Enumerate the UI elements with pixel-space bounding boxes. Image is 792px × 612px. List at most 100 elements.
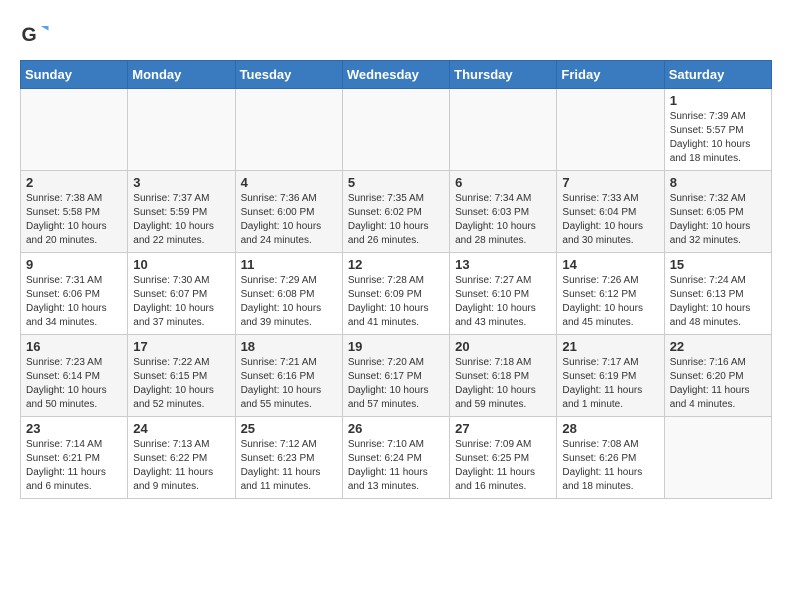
calendar-cell [235, 89, 342, 171]
day-number: 27 [455, 421, 551, 436]
calendar-cell [450, 89, 557, 171]
calendar-cell: 3Sunrise: 7:37 AM Sunset: 5:59 PM Daylig… [128, 171, 235, 253]
day-info: Sunrise: 7:26 AM Sunset: 6:12 PM Dayligh… [562, 274, 658, 330]
day-number: 8 [670, 175, 766, 190]
day-info: Sunrise: 7:09 AM Sunset: 6:25 PM Dayligh… [455, 438, 551, 494]
day-info: Sunrise: 7:28 AM Sunset: 6:09 PM Dayligh… [348, 274, 444, 330]
day-number: 7 [562, 175, 658, 190]
calendar-body: 1 Sunrise: 7:39 AM Sunset: 5:57 PM Daylig… [21, 89, 772, 499]
day-number: 16 [26, 339, 122, 354]
logo-icon: G [20, 20, 50, 50]
weekday-header: Thursday [450, 61, 557, 89]
day-number: 19 [348, 339, 444, 354]
calendar-cell: 7 Sunrise: 7:33 AM Sunset: 6:04 PM Daylig… [557, 171, 664, 253]
day-number: 3 [133, 175, 229, 190]
day-number: 15 [670, 257, 766, 272]
calendar-cell: 2 Sunrise: 7:38 AM Sunset: 5:58 PM Daylig… [21, 171, 128, 253]
day-info: Sunrise: 7:20 AM Sunset: 6:17 PM Dayligh… [348, 356, 444, 412]
day-number: 14 [562, 257, 658, 272]
day-number: 12 [348, 257, 444, 272]
day-info: Sunrise: 7:13 AM Sunset: 6:22 PM Dayligh… [133, 438, 229, 494]
day-info: Sunrise: 7:12 AM Sunset: 6:23 PM Dayligh… [241, 438, 337, 494]
calendar-cell: 22 Sunrise: 7:16 AM Sunset: 6:20 PM Dayli… [664, 335, 771, 417]
day-info: Sunrise: 7:16 AM Sunset: 6:20 PM Dayligh… [670, 356, 766, 412]
calendar-cell: 11 Sunrise: 7:29 AM Sunset: 6:08 PM Dayli… [235, 253, 342, 335]
calendar-cell: 24 Sunrise: 7:13 AM Sunset: 6:22 PM Dayli… [128, 417, 235, 499]
day-number: 6 [455, 175, 551, 190]
day-info: Sunrise: 7:39 AM Sunset: 5:57 PM Dayligh… [670, 110, 766, 166]
weekday-header: Wednesday [342, 61, 449, 89]
calendar-cell: 17 Sunrise: 7:22 AM Sunset: 6:15 PM Dayli… [128, 335, 235, 417]
calendar-cell: 25 Sunrise: 7:12 AM Sunset: 6:23 PM Dayli… [235, 417, 342, 499]
day-number: 1 [670, 93, 766, 108]
day-info: Sunrise: 7:36 AM Sunset: 6:00 PM Dayligh… [241, 192, 337, 248]
calendar-cell [342, 89, 449, 171]
day-number: 13 [455, 257, 551, 272]
calendar-cell: 16 Sunrise: 7:23 AM Sunset: 6:14 PM Dayli… [21, 335, 128, 417]
calendar-cell: 12 Sunrise: 7:28 AM Sunset: 6:09 PM Dayli… [342, 253, 449, 335]
calendar-week-row: 16 Sunrise: 7:23 AM Sunset: 6:14 PM Dayli… [21, 335, 772, 417]
calendar-cell: 20 Sunrise: 7:18 AM Sunset: 6:18 PM Dayli… [450, 335, 557, 417]
calendar: SundayMondayTuesdayWednesdayThursdayFrid… [20, 60, 772, 499]
day-number: 25 [241, 421, 337, 436]
day-info: Sunrise: 7:08 AM Sunset: 6:26 PM Dayligh… [562, 438, 658, 494]
page-header: G [20, 20, 772, 50]
day-info: Sunrise: 7:34 AM Sunset: 6:03 PM Dayligh… [455, 192, 551, 248]
calendar-cell: 1 Sunrise: 7:39 AM Sunset: 5:57 PM Daylig… [664, 89, 771, 171]
calendar-cell: 8 Sunrise: 7:32 AM Sunset: 6:05 PM Daylig… [664, 171, 771, 253]
day-number: 2 [26, 175, 122, 190]
calendar-cell [664, 417, 771, 499]
day-info: Sunrise: 7:10 AM Sunset: 6:24 PM Dayligh… [348, 438, 444, 494]
calendar-week-row: 2 Sunrise: 7:38 AM Sunset: 5:58 PM Daylig… [21, 171, 772, 253]
calendar-cell: 19 Sunrise: 7:20 AM Sunset: 6:17 PM Dayli… [342, 335, 449, 417]
day-number: 28 [562, 421, 658, 436]
calendar-cell: 10 Sunrise: 7:30 AM Sunset: 6:07 PM Dayli… [128, 253, 235, 335]
day-number: 26 [348, 421, 444, 436]
weekday-header-row: SundayMondayTuesdayWednesdayThursdayFrid… [21, 61, 772, 89]
calendar-cell: 18Sunrise: 7:21 AM Sunset: 6:16 PM Dayli… [235, 335, 342, 417]
weekday-header: Monday [128, 61, 235, 89]
day-info: Sunrise: 7:32 AM Sunset: 6:05 PM Dayligh… [670, 192, 766, 248]
day-info: Sunrise: 7:17 AM Sunset: 6:19 PM Dayligh… [562, 356, 658, 412]
day-number: 11 [241, 257, 337, 272]
calendar-cell: 4 Sunrise: 7:36 AM Sunset: 6:00 PM Daylig… [235, 171, 342, 253]
calendar-cell: 6 Sunrise: 7:34 AM Sunset: 6:03 PM Daylig… [450, 171, 557, 253]
day-info: Sunrise: 7:35 AM Sunset: 6:02 PM Dayligh… [348, 192, 444, 248]
calendar-cell: 27 Sunrise: 7:09 AM Sunset: 6:25 PM Dayli… [450, 417, 557, 499]
weekday-header: Tuesday [235, 61, 342, 89]
calendar-cell: 26 Sunrise: 7:10 AM Sunset: 6:24 PM Dayli… [342, 417, 449, 499]
calendar-week-row: 9 Sunrise: 7:31 AM Sunset: 6:06 PM Daylig… [21, 253, 772, 335]
day-number: 21 [562, 339, 658, 354]
day-number: 4 [241, 175, 337, 190]
calendar-cell: 5 Sunrise: 7:35 AM Sunset: 6:02 PM Daylig… [342, 171, 449, 253]
calendar-cell [21, 89, 128, 171]
calendar-cell: 13Sunrise: 7:27 AM Sunset: 6:10 PM Dayli… [450, 253, 557, 335]
day-number: 22 [670, 339, 766, 354]
day-info: Sunrise: 7:38 AM Sunset: 5:58 PM Dayligh… [26, 192, 122, 248]
day-info: Sunrise: 7:33 AM Sunset: 6:04 PM Dayligh… [562, 192, 658, 248]
calendar-cell: 21 Sunrise: 7:17 AM Sunset: 6:19 PM Dayli… [557, 335, 664, 417]
day-info: Sunrise: 7:22 AM Sunset: 6:15 PM Dayligh… [133, 356, 229, 412]
svg-text:G: G [22, 24, 37, 46]
day-number: 20 [455, 339, 551, 354]
day-info: Sunrise: 7:31 AM Sunset: 6:06 PM Dayligh… [26, 274, 122, 330]
day-number: 17 [133, 339, 229, 354]
calendar-week-row: 1 Sunrise: 7:39 AM Sunset: 5:57 PM Daylig… [21, 89, 772, 171]
day-number: 10 [133, 257, 229, 272]
calendar-cell [557, 89, 664, 171]
calendar-cell [128, 89, 235, 171]
calendar-cell: 15Sunrise: 7:24 AM Sunset: 6:13 PM Dayli… [664, 253, 771, 335]
day-number: 24 [133, 421, 229, 436]
day-info: Sunrise: 7:14 AM Sunset: 6:21 PM Dayligh… [26, 438, 122, 494]
day-info: Sunrise: 7:21 AM Sunset: 6:16 PM Dayligh… [241, 356, 337, 412]
day-info: Sunrise: 7:23 AM Sunset: 6:14 PM Dayligh… [26, 356, 122, 412]
day-info: Sunrise: 7:29 AM Sunset: 6:08 PM Dayligh… [241, 274, 337, 330]
day-info: Sunrise: 7:30 AM Sunset: 6:07 PM Dayligh… [133, 274, 229, 330]
day-number: 23 [26, 421, 122, 436]
logo: G [20, 20, 52, 50]
day-number: 5 [348, 175, 444, 190]
calendar-cell: 9 Sunrise: 7:31 AM Sunset: 6:06 PM Daylig… [21, 253, 128, 335]
calendar-week-row: 23 Sunrise: 7:14 AM Sunset: 6:21 PM Dayli… [21, 417, 772, 499]
day-number: 9 [26, 257, 122, 272]
day-info: Sunrise: 7:18 AM Sunset: 6:18 PM Dayligh… [455, 356, 551, 412]
